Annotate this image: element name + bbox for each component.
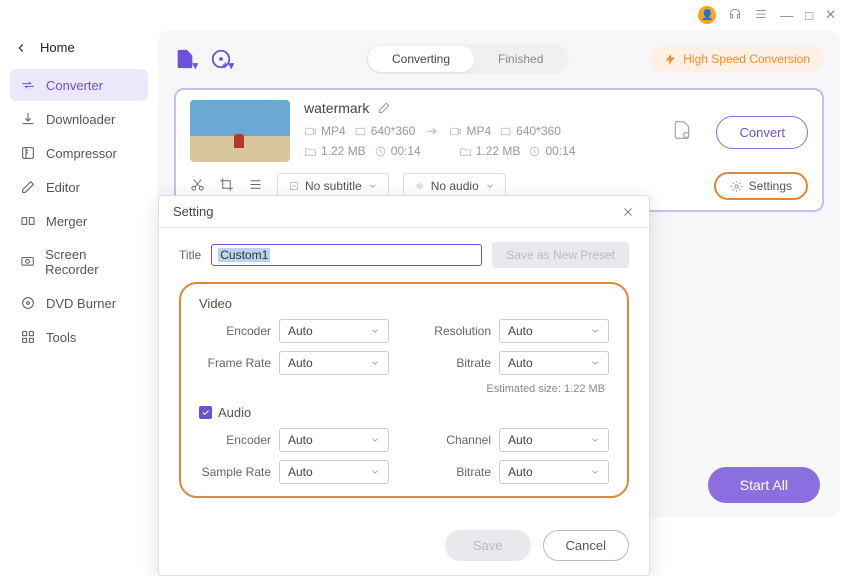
- download-icon: [20, 111, 36, 127]
- title-label: Title: [179, 248, 201, 262]
- subtitle-icon: [288, 180, 300, 192]
- audio-icon: [414, 180, 426, 192]
- clock-icon: [528, 145, 541, 158]
- bolt-icon: [664, 53, 677, 66]
- modal-close-icon[interactable]: [621, 205, 635, 219]
- modal-cancel-button[interactable]: Cancel: [543, 530, 629, 561]
- tab-converting[interactable]: Converting: [368, 46, 474, 72]
- minimize-button[interactable]: —: [780, 8, 793, 23]
- menu-icon[interactable]: [754, 7, 768, 24]
- sidebar-item-tools[interactable]: Tools: [10, 321, 148, 353]
- clock-icon: [374, 145, 387, 158]
- resolution-icon: [354, 125, 367, 138]
- list-icon[interactable]: [248, 177, 263, 195]
- sidebar-item-screen-recorder[interactable]: Screen Recorder: [10, 239, 148, 285]
- crop-icon[interactable]: [219, 177, 234, 195]
- add-disc-button[interactable]: +▾: [210, 48, 232, 70]
- recorder-icon: [20, 254, 35, 270]
- add-file-button[interactable]: +▾: [174, 48, 196, 70]
- start-all-button[interactable]: Start All: [708, 467, 820, 503]
- editor-icon: [20, 179, 36, 195]
- chevron-down-icon: [485, 181, 495, 191]
- audio-section-label: Audio: [199, 405, 609, 420]
- sidebar-item-merger[interactable]: Merger: [10, 205, 148, 237]
- audio-bitrate-select[interactable]: Auto: [499, 460, 609, 484]
- samplerate-select[interactable]: Auto: [279, 460, 389, 484]
- estimated-size: Estimated size: 1.22 MB: [419, 383, 609, 395]
- home-nav[interactable]: Home: [10, 40, 148, 69]
- audio-encoder-select[interactable]: Auto: [279, 428, 389, 452]
- home-label: Home: [40, 40, 75, 55]
- sidebar: Home Converter Downloader Compressor Edi…: [0, 30, 158, 527]
- video-thumbnail[interactable]: [190, 100, 290, 162]
- file-title: watermark: [304, 100, 369, 116]
- tools-icon: [20, 329, 36, 345]
- save-preset-button: Save as New Preset: [492, 242, 629, 268]
- modal-save-button: Save: [445, 530, 531, 561]
- channel-select[interactable]: Auto: [499, 428, 609, 452]
- sidebar-item-converter[interactable]: Converter: [10, 69, 148, 101]
- topbar: +▾ +▾ Converting Finished High Speed Con…: [174, 44, 824, 74]
- chevron-down-icon: [368, 181, 378, 191]
- output-format-button[interactable]: [672, 120, 692, 143]
- title-input[interactable]: Custom1: [211, 244, 482, 266]
- compress-icon: [20, 145, 36, 161]
- user-avatar-icon[interactable]: 👤: [698, 6, 716, 24]
- converter-icon: [20, 77, 36, 93]
- convert-button[interactable]: Convert: [716, 116, 808, 149]
- framerate-select[interactable]: Auto: [279, 351, 389, 375]
- sidebar-item-dvd-burner[interactable]: DVD Burner: [10, 287, 148, 319]
- merger-icon: [20, 213, 36, 229]
- close-button[interactable]: ✕: [825, 7, 836, 23]
- folder-icon: [459, 145, 472, 158]
- resolution-select[interactable]: Auto: [499, 319, 609, 343]
- sidebar-item-editor[interactable]: Editor: [10, 171, 148, 203]
- edit-title-icon[interactable]: [377, 101, 391, 115]
- settings-button[interactable]: Settings: [714, 172, 808, 200]
- maximize-button[interactable]: □: [805, 8, 813, 23]
- high-speed-badge[interactable]: High Speed Conversion: [650, 46, 824, 72]
- titlebar: 👤 — □ ✕: [0, 0, 850, 30]
- dvd-icon: [20, 295, 36, 311]
- sidebar-item-compressor[interactable]: Compressor: [10, 137, 148, 169]
- video-icon: [449, 125, 462, 138]
- video-encoder-select[interactable]: Auto: [279, 319, 389, 343]
- chevron-left-icon: [14, 41, 28, 55]
- folder-icon: [304, 145, 317, 158]
- tab-finished[interactable]: Finished: [474, 46, 567, 72]
- gear-icon: [730, 180, 743, 193]
- audio-checkbox[interactable]: [199, 406, 212, 419]
- cut-icon[interactable]: [190, 177, 205, 195]
- video-section-label: Video: [199, 296, 609, 311]
- modal-title: Setting: [173, 204, 213, 219]
- headset-icon[interactable]: [728, 7, 742, 24]
- arrow-icon: ➔: [427, 124, 437, 138]
- video-bitrate-select[interactable]: Auto: [499, 351, 609, 375]
- video-audio-group: Video EncoderAuto ResolutionAuto Frame R…: [179, 282, 629, 498]
- file-card: watermark MP4 640*360 ➔ MP4 640*360 1.22…: [174, 88, 824, 212]
- sidebar-item-downloader[interactable]: Downloader: [10, 103, 148, 135]
- settings-modal: Setting Title Custom1 Save as New Preset…: [158, 195, 650, 576]
- video-icon: [304, 125, 317, 138]
- resolution-icon: [499, 125, 512, 138]
- tab-switch: Converting Finished: [366, 44, 569, 74]
